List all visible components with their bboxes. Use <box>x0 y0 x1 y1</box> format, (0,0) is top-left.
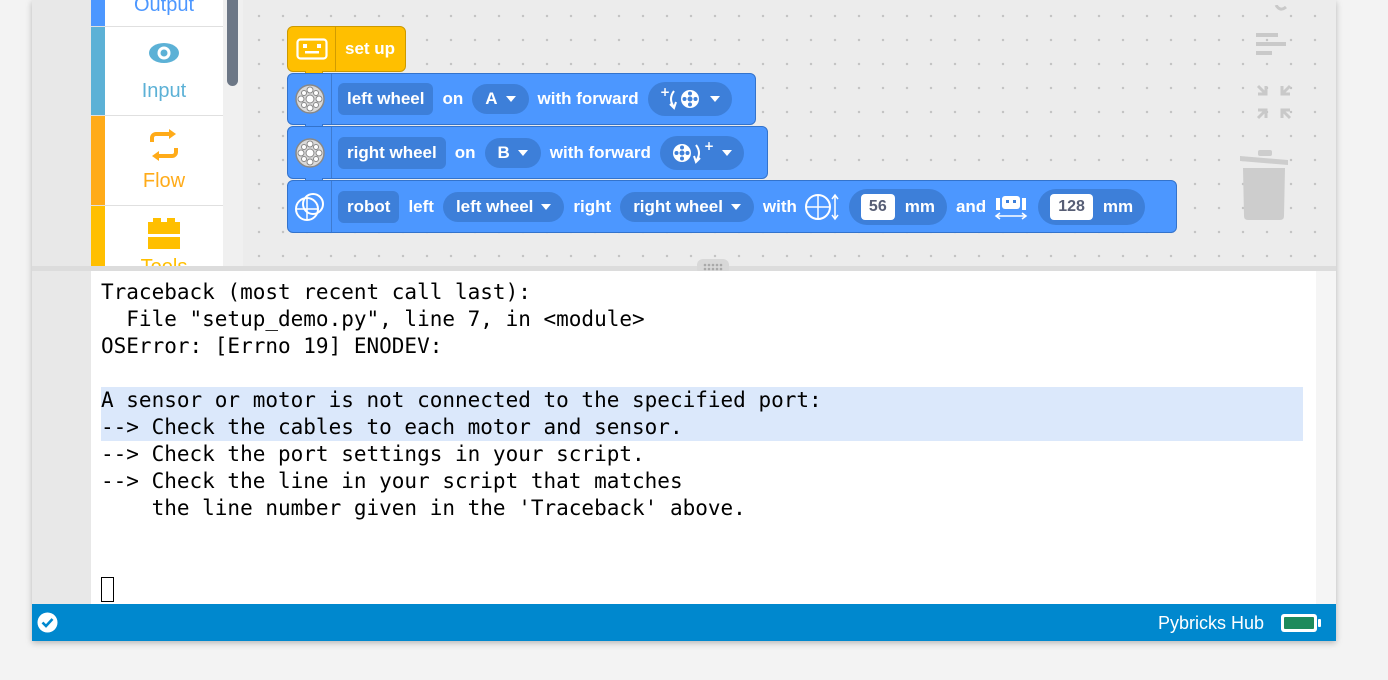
terminal-line: A sensor or motor is not connected to th… <box>101 388 822 412</box>
category-stripe <box>91 116 105 205</box>
port-dropdown[interactable]: A <box>472 84 529 114</box>
motor-icon <box>288 127 332 178</box>
category-tools[interactable]: Tools <box>91 206 223 266</box>
eye-icon <box>105 39 223 72</box>
category-flow[interactable]: Flow <box>91 116 223 206</box>
axle-track-icon <box>994 195 1028 220</box>
chevron-down-icon <box>730 203 741 210</box>
left-motor-block[interactable]: left wheel on A with forward + <box>287 73 756 131</box>
terminal-line: the line number given in the 'Traceback'… <box>101 496 746 520</box>
terminal-line: OSError: [Errno 19] ENODEV: <box>101 334 443 358</box>
check-circle-icon[interactable] <box>37 612 58 638</box>
category-stripe <box>91 0 105 26</box>
redo-icon[interactable] <box>1274 0 1288 18</box>
category-stripe <box>91 27 105 115</box>
robot-name-field[interactable]: robot <box>338 190 400 223</box>
unit-label: mm <box>904 196 935 216</box>
left-label: left <box>408 196 434 216</box>
terminal-line: Traceback (most recent call last): <box>101 280 531 304</box>
terminal-line: File "setup_demo.py", line 7, in <module… <box>101 307 645 331</box>
direction-dropdown[interactable]: + <box>647 82 732 116</box>
with-forward-label: with forward <box>549 142 651 162</box>
robot-drivebase-block[interactable]: robot left left wheel right right wheel … <box>287 180 1177 233</box>
right-label: right <box>573 196 612 216</box>
block-category-sidebar: Output Input Flow Tools <box>91 0 223 266</box>
hub-icon <box>288 27 336 71</box>
category-stripe <box>91 206 105 266</box>
direction-dropdown[interactable]: + <box>659 135 744 170</box>
motor-name-field[interactable]: right wheel <box>338 136 446 169</box>
svg-text:+: + <box>660 87 670 99</box>
category-input[interactable]: Input <box>91 27 223 116</box>
right-motor-value: right wheel <box>633 196 723 216</box>
right-motor-block[interactable]: right wheel on B with forward + <box>287 126 768 185</box>
blocks-workspace[interactable]: set up left wheel on A with forward + ri… <box>243 0 1336 266</box>
blocks-icon <box>105 218 223 257</box>
category-output[interactable]: Output <box>91 0 223 27</box>
setup-label: set up <box>345 39 396 58</box>
port-value: B <box>497 142 510 162</box>
chevron-down-icon <box>721 149 732 156</box>
port-value: A <box>485 89 498 108</box>
with-forward-label: with forward <box>537 89 639 108</box>
app-window: Output Input Flow Tools <box>32 0 1336 641</box>
trash-icon[interactable] <box>1238 150 1290 227</box>
axle-track-field[interactable]: 128 mm <box>1038 188 1146 225</box>
motor-name-field[interactable]: left wheel <box>338 83 434 115</box>
chevron-down-icon <box>517 149 528 156</box>
with-label: with <box>762 196 797 216</box>
terminal-scrollbar[interactable] <box>1316 271 1336 604</box>
and-label: and <box>955 196 987 216</box>
terminal-line: --> Check the line in your script that m… <box>101 469 683 493</box>
wheel-diameter-field[interactable]: 56 mm <box>848 188 947 225</box>
category-label: Input <box>141 80 187 102</box>
category-label: Tools <box>105 256 223 266</box>
loop-arrows-icon <box>105 128 223 167</box>
svg-text:+: + <box>704 141 714 153</box>
hub-name[interactable]: Pybricks Hub <box>1158 613 1264 634</box>
port-dropdown[interactable]: B <box>484 137 541 168</box>
drivebase-icon <box>288 181 332 232</box>
wheel-diameter-value[interactable]: 56 <box>860 193 895 220</box>
chevron-down-icon <box>709 96 720 102</box>
terminal-output[interactable]: Traceback (most recent call last): File … <box>91 271 1316 604</box>
terminal-cursor <box>101 577 114 602</box>
left-motor-value: left wheel <box>455 196 534 216</box>
sidebar-scrollbar-thumb[interactable] <box>227 0 238 86</box>
right-motor-dropdown[interactable]: right wheel <box>620 191 754 222</box>
status-bar: Pybricks Hub <box>32 604 1336 641</box>
axle-track-value[interactable]: 128 <box>1050 193 1093 220</box>
fullscreen-icon[interactable] <box>1256 84 1292 125</box>
on-label: on <box>442 89 464 108</box>
terminal-line: --> Check the port settings in your scri… <box>101 442 645 466</box>
clockwise-wheel-icon: + <box>672 141 714 164</box>
on-label: on <box>454 142 476 162</box>
align-blocks-icon[interactable] <box>1256 31 1288 64</box>
setup-block[interactable]: set up <box>287 26 406 78</box>
battery-icon[interactable] <box>1280 613 1322 638</box>
counterclockwise-wheel-icon: + <box>660 87 699 110</box>
chevron-down-icon <box>505 96 516 102</box>
unit-label: mm <box>1102 196 1134 216</box>
motor-icon <box>288 74 332 124</box>
category-label: Output <box>133 0 195 16</box>
category-label: Flow <box>142 170 186 192</box>
wheel-diameter-icon <box>804 193 839 220</box>
chevron-down-icon <box>541 203 552 210</box>
terminal-line: --> Check the cables to each motor and s… <box>101 415 683 439</box>
left-motor-dropdown[interactable]: left wheel <box>442 191 565 222</box>
